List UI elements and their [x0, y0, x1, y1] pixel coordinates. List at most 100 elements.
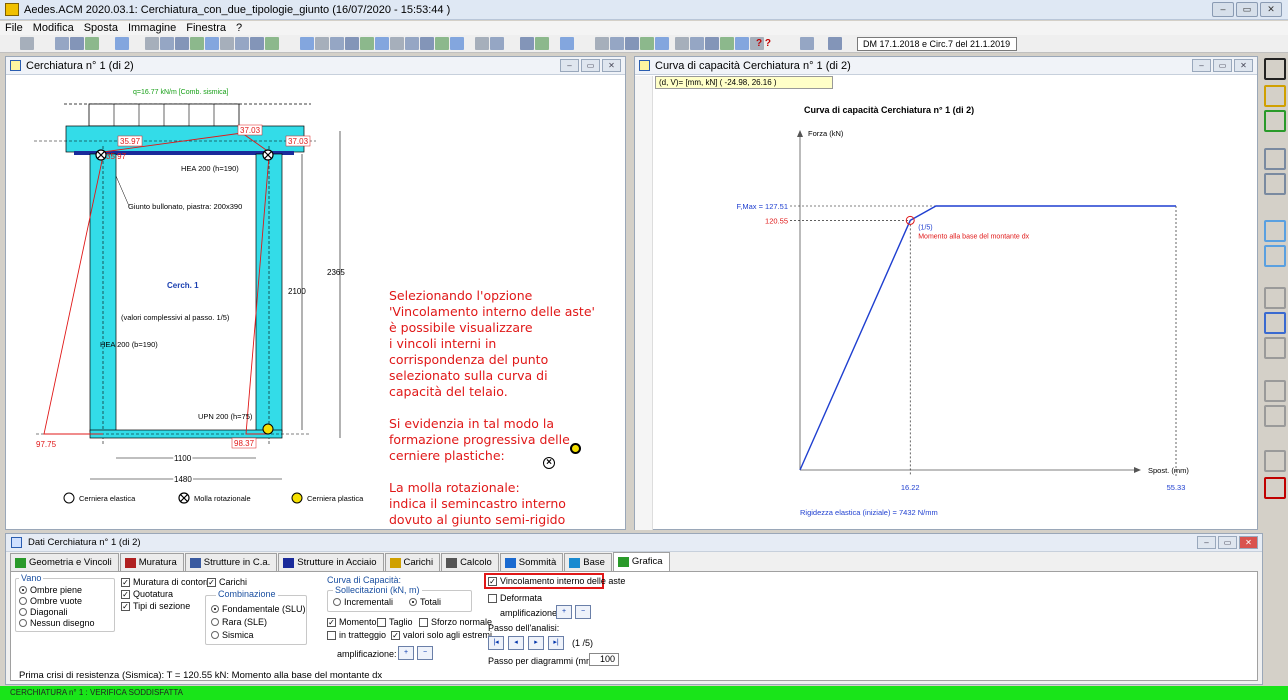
pane-restore-button[interactable]: ▭ — [581, 59, 600, 72]
toolbar-tool-icon[interactable] — [705, 37, 719, 50]
toolbar-tool-icon[interactable] — [85, 37, 99, 50]
toolbar-tool-icon[interactable] — [520, 37, 534, 50]
toolbar-tool-icon[interactable] — [160, 37, 174, 50]
pane-minimize-button[interactable]: – — [560, 59, 579, 72]
toolbar-tool-icon[interactable] — [55, 37, 69, 50]
tab-muratura[interactable]: Muratura — [119, 553, 184, 571]
toolbar-tool-icon[interactable] — [250, 37, 264, 50]
toolbar-tool-icon[interactable] — [535, 37, 549, 50]
toolbar-tool-icon[interactable] — [828, 37, 842, 50]
side-tool-icon[interactable] — [1264, 148, 1286, 170]
check-sforzo[interactable]: Sforzo normale — [419, 617, 492, 627]
menu-sposta[interactable]: Sposta — [84, 22, 118, 34]
menu-modifica[interactable]: Modifica — [33, 22, 74, 34]
side-tool-icon[interactable] — [1264, 312, 1286, 334]
toolbar-tool-icon[interactable] — [190, 37, 204, 50]
check-tratteggio[interactable]: in tratteggio — [327, 630, 386, 640]
data-minimize-button[interactable]: – — [1197, 536, 1216, 549]
tab-grafica[interactable]: Grafica — [612, 552, 670, 571]
toolbar-tool-icon[interactable] — [675, 37, 689, 50]
toolbar-tool-icon[interactable] — [220, 37, 234, 50]
check-muratura[interactable]: ✓ Muratura di contorno — [121, 577, 216, 587]
toolbar-tool-icon[interactable] — [490, 37, 504, 50]
side-tool-icon[interactable] — [1264, 380, 1286, 402]
menu-immagine[interactable]: Immagine — [128, 22, 176, 34]
capacity-curve-chart[interactable]: Curva di capacità Cerchiatura n° 1 (di 2… — [655, 91, 1255, 531]
toolbar-tool-icon[interactable] — [235, 37, 249, 50]
check-taglio[interactable]: Taglio — [377, 617, 413, 627]
tab-base[interactable]: Base — [564, 553, 612, 571]
toolbar-tool-icon[interactable] — [640, 37, 654, 50]
help-icon[interactable]: ? ? — [756, 38, 771, 49]
radio-sismica[interactable]: Sismica — [211, 630, 254, 640]
toolbar-tool-icon[interactable] — [390, 37, 404, 50]
menu-finestra[interactable]: Finestra — [186, 22, 226, 34]
toolbar-tool-icon[interactable] — [625, 37, 639, 50]
toolbar-tool-icon[interactable] — [450, 37, 464, 50]
chart-minimize-button[interactable]: – — [1192, 59, 1211, 72]
close-button[interactable]: ✕ — [1260, 2, 1282, 17]
toolbar-tool-icon[interactable] — [720, 37, 734, 50]
norm-selector[interactable]: DM 17.1.2018 e Circ.7 del 21.1.2019 — [857, 37, 1017, 51]
toolbar-tool-icon[interactable] — [420, 37, 434, 50]
menu-help[interactable]: ? — [236, 22, 242, 34]
radio-incrementali[interactable]: Incrementali — [333, 597, 393, 607]
toolbar-tool-icon[interactable] — [405, 37, 419, 50]
data-restore-button[interactable]: ▭ — [1218, 536, 1237, 549]
radio-diagonali[interactable]: Diagonali — [19, 607, 68, 617]
side-tool-icon[interactable] — [1264, 450, 1286, 472]
step-first-button[interactable]: |◂ — [488, 636, 504, 650]
tab-calcolo[interactable]: Calcolo — [441, 553, 499, 571]
toolbar-tool-icon[interactable] — [735, 37, 749, 50]
toolbar-tool-icon[interactable] — [315, 37, 329, 50]
toolbar-tool-icon[interactable] — [70, 37, 84, 50]
toolbar-tool-icon[interactable] — [595, 37, 609, 50]
toolbar-tool-icon[interactable] — [690, 37, 704, 50]
toolbar-tool-icon[interactable] — [610, 37, 624, 50]
toolbar-tool-icon[interactable] — [475, 37, 489, 50]
toolbar-tool-icon[interactable] — [300, 37, 314, 50]
radio-totali[interactable]: Totali — [409, 597, 441, 607]
tab-carichi[interactable]: Carichi — [384, 553, 441, 571]
tab-sommita[interactable]: Sommità — [499, 553, 564, 571]
side-tool-icon[interactable] — [1264, 173, 1286, 195]
tab-ca[interactable]: Strutture in C.a. — [184, 553, 278, 571]
radio-fondamentale[interactable]: Fondamentale (SLU) — [211, 604, 306, 614]
side-tool-icon[interactable] — [1264, 220, 1286, 242]
side-tool-icon[interactable] — [1264, 477, 1286, 499]
radio-ombre-vuote[interactable]: Ombre vuote — [19, 596, 82, 606]
toolbar-tool-icon[interactable] — [205, 37, 219, 50]
chart-restore-button[interactable]: ▭ — [1213, 59, 1232, 72]
check-momento[interactable]: ✓ Momento — [327, 617, 377, 627]
radio-rara[interactable]: Rara (SLE) — [211, 617, 267, 627]
check-tipi-sezione[interactable]: ✓ Tipi di sezione — [121, 601, 190, 611]
check-quotatura[interactable]: ✓ Quotatura — [121, 589, 173, 599]
toolbar-tool-icon[interactable] — [330, 37, 344, 50]
toolbar-tool-icon[interactable] — [145, 37, 159, 50]
pane-close-button[interactable]: ✕ — [602, 59, 621, 72]
step-last-button[interactable]: ▸| — [548, 636, 564, 650]
radio-ombre-piene[interactable]: Ombre piene — [19, 585, 82, 595]
toolbar-tool-icon[interactable] — [115, 37, 129, 50]
toolbar-tool-icon[interactable] — [655, 37, 669, 50]
toolbar-tool-icon[interactable] — [175, 37, 189, 50]
side-tool-icon[interactable] — [1264, 110, 1286, 132]
check-vincolamento[interactable]: ✓ Vincolamento interno delle aste — [488, 576, 625, 586]
minimize-button[interactable]: – — [1212, 2, 1234, 17]
toolbar-tool-icon[interactable] — [375, 37, 389, 50]
tab-acciaio[interactable]: Strutture in Acciaio — [278, 553, 384, 571]
side-tool-icon[interactable] — [1264, 245, 1286, 267]
check-estremi[interactable]: ✓ valori solo agli estremi — [391, 630, 492, 640]
ampl2-zoom-out-button[interactable]: − — [575, 605, 591, 619]
chart-close-button[interactable]: ✕ — [1234, 59, 1253, 72]
step-next-button[interactable]: ▸ — [528, 636, 544, 650]
toolbar-tool-icon[interactable] — [800, 37, 814, 50]
check-carichi[interactable]: ✓ Carichi — [207, 577, 247, 587]
side-tool-icon[interactable] — [1264, 85, 1286, 107]
toolbar-tool-icon[interactable] — [345, 37, 359, 50]
toolbar-tool-icon[interactable] — [560, 37, 574, 50]
ampl2-zoom-in-button[interactable]: + — [556, 605, 572, 619]
side-tool-icon[interactable] — [1264, 287, 1286, 309]
toolbar-tool-icon[interactable] — [435, 37, 449, 50]
maximize-button[interactable]: ▭ — [1236, 2, 1258, 17]
